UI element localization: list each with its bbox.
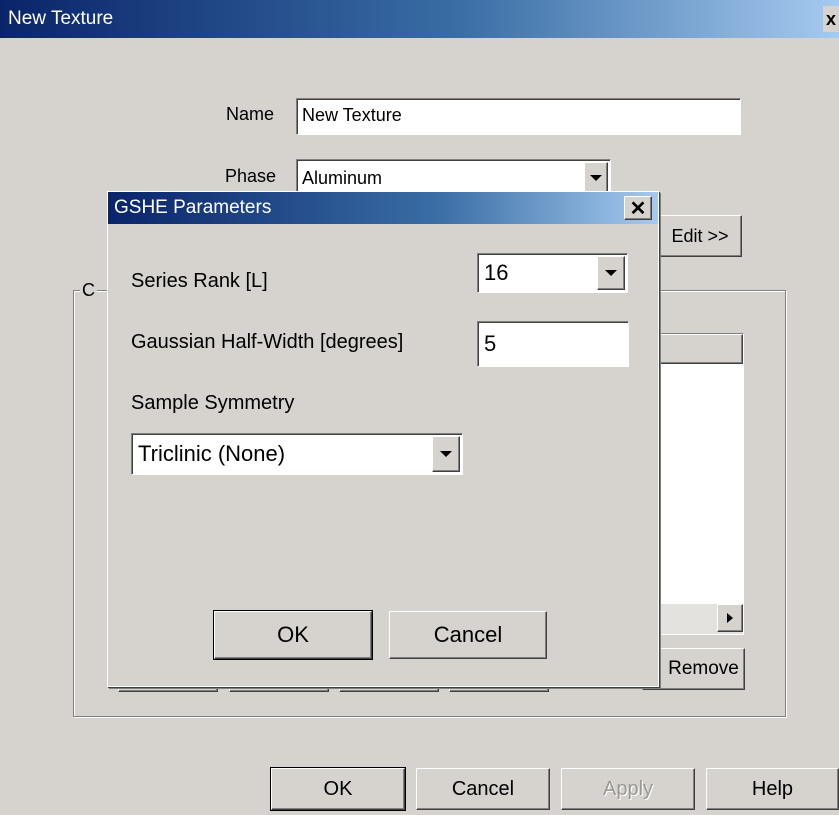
apply-button[interactable]: Apply	[561, 768, 695, 810]
main-title-bar: New Texture	[0, 0, 839, 38]
name-input[interactable]: New Texture	[296, 98, 741, 135]
chevron-down-icon	[590, 174, 602, 181]
sample-symmetry-value: Triclinic (None)	[138, 441, 286, 466]
sample-symmetry-dropdown-button[interactable]	[432, 436, 460, 472]
dialog-ok-button[interactable]: OK	[213, 610, 373, 660]
phase-label: Phase	[225, 166, 277, 186]
close-icon: ✕	[629, 197, 647, 220]
chevron-down-icon	[605, 270, 617, 276]
gaussian-half-width-label: Gaussian Half-Width [degrees]	[131, 331, 404, 353]
main-close-button[interactable]: x	[823, 6, 839, 32]
phase-dropdown-button[interactable]	[584, 162, 608, 193]
series-rank-select[interactable]: 16	[477, 253, 628, 293]
name-input-value: New Texture	[302, 105, 402, 125]
phase-select-value: Aluminum	[302, 168, 383, 188]
gaussian-half-width-input[interactable]: 5	[477, 321, 629, 367]
main-cancel-button[interactable]: Cancel	[416, 768, 550, 810]
main-window-title: New Texture	[8, 8, 114, 29]
gshe-parameters-dialog: GSHE Parameters ✕ Series Rank [L] 16 Gau…	[107, 191, 659, 687]
series-rank-label: Series Rank [L]	[131, 270, 268, 292]
dialog-close-button[interactable]: ✕	[624, 196, 652, 220]
group-box-label: C	[80, 280, 97, 301]
main-ok-button[interactable]: OK	[270, 767, 406, 811]
help-button[interactable]: Help	[706, 768, 839, 810]
gaussian-half-width-value: 5	[484, 331, 497, 356]
dialog-title: GSHE Parameters	[114, 197, 272, 218]
sample-symmetry-label: Sample Symmetry	[131, 392, 295, 414]
series-rank-value: 16	[484, 260, 509, 285]
dialog-cancel-button[interactable]: Cancel	[389, 611, 547, 659]
name-label: Name	[226, 104, 275, 124]
sample-symmetry-select[interactable]: Triclinic (None)	[131, 433, 463, 475]
dialog-title-bar: GSHE Parameters	[108, 192, 658, 224]
chevron-down-icon	[440, 451, 452, 457]
series-rank-dropdown-button[interactable]	[597, 256, 625, 290]
scroll-right-button[interactable]	[717, 604, 743, 632]
arrow-right-icon	[727, 613, 733, 623]
